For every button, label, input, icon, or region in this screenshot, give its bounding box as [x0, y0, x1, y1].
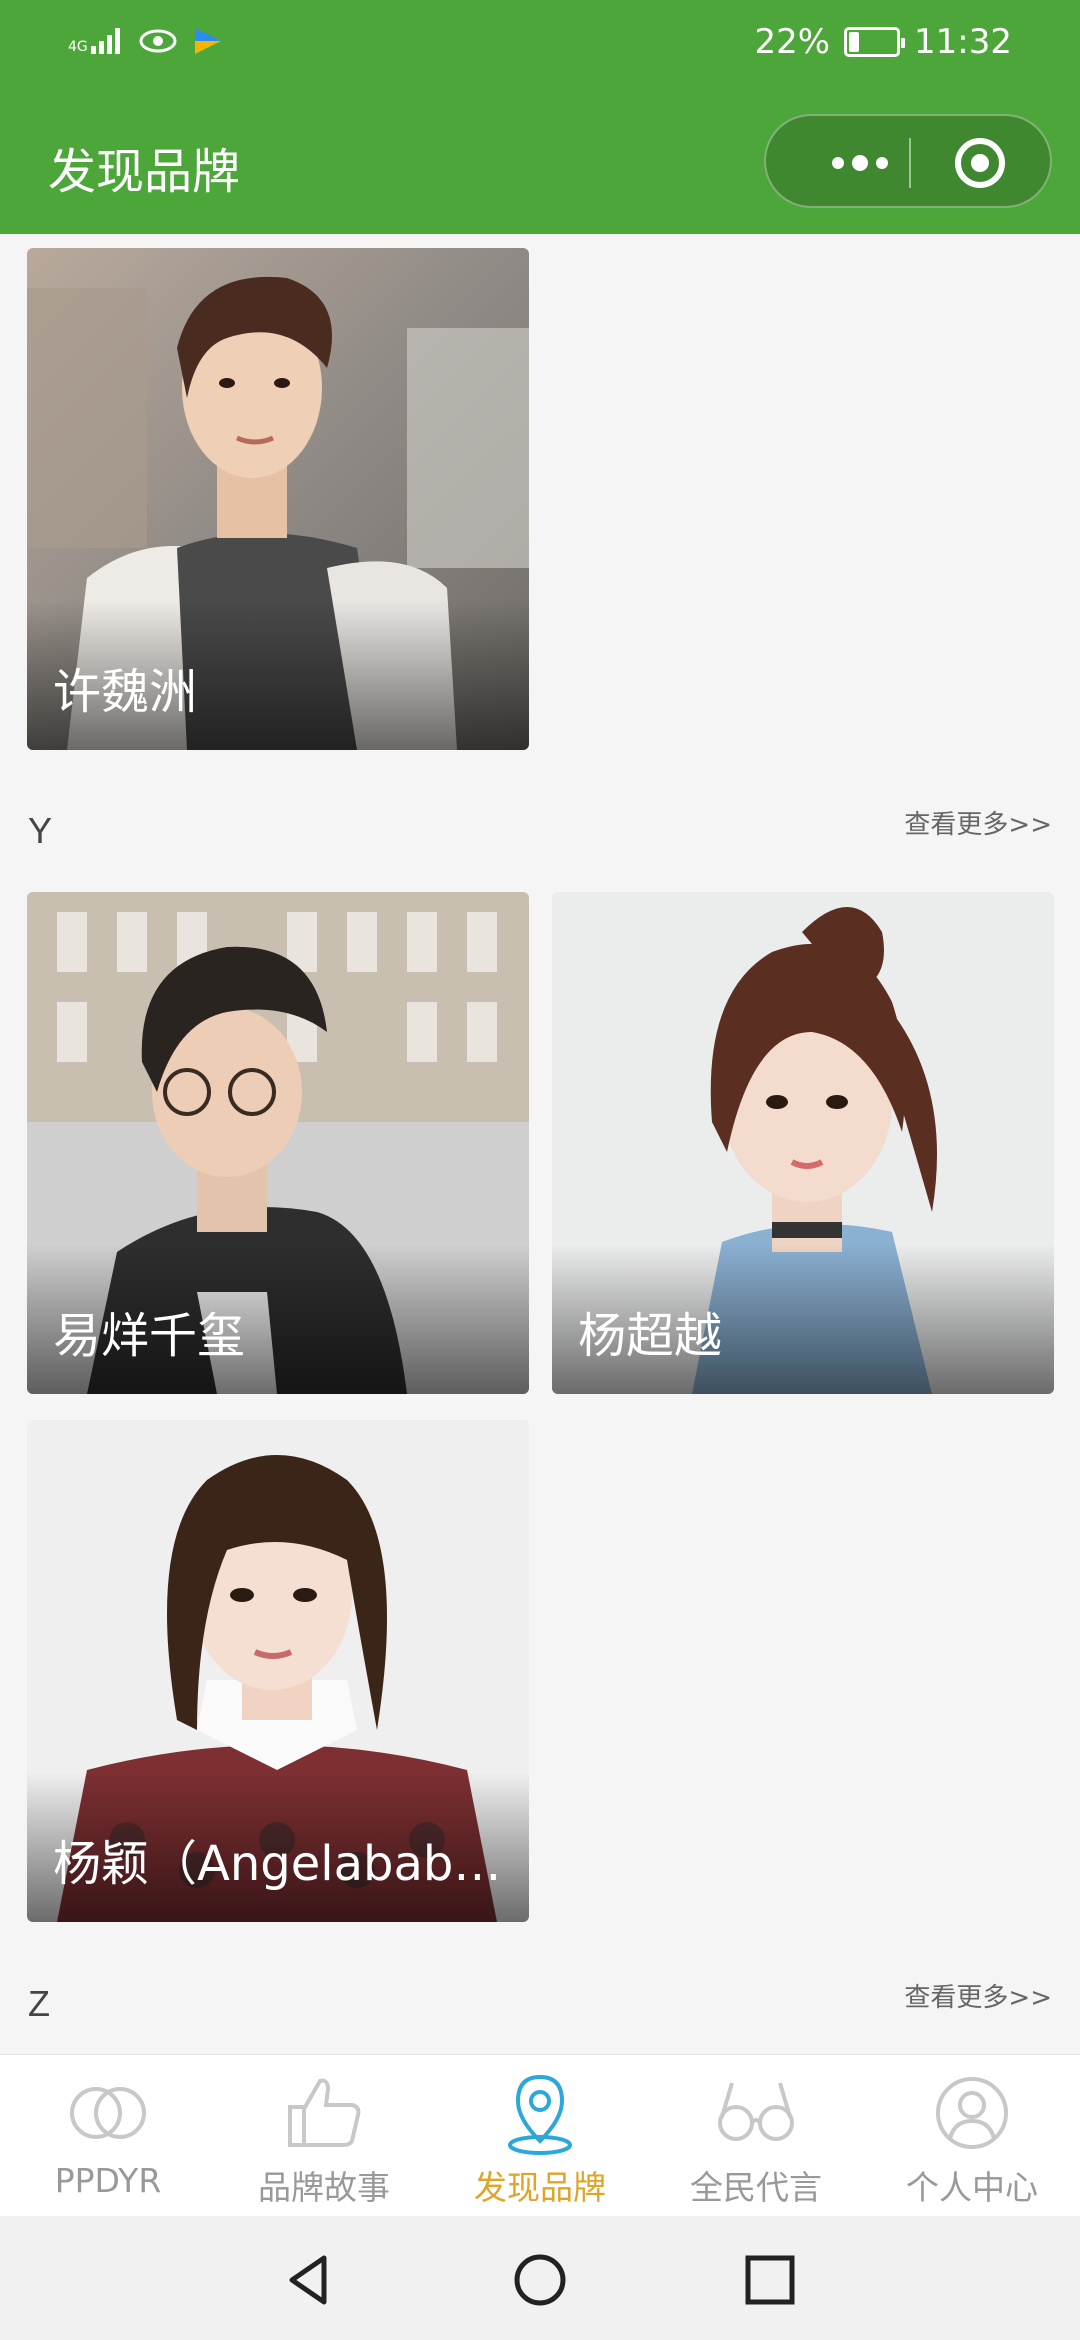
- signal-icon: 4G: [68, 28, 125, 54]
- user-circle-icon: [936, 2077, 1008, 2149]
- system-back-button[interactable]: [280, 2250, 340, 2310]
- status-bar: 4G 22% 11:32: [0, 0, 1080, 90]
- close-button[interactable]: [912, 116, 1052, 210]
- card-name: 杨颖（Angelababy…: [53, 1836, 515, 1892]
- brand-card[interactable]: 杨超越: [552, 892, 1054, 1394]
- tab-bar: PPDYR 品牌故事 发现品牌 全民代言 个人中心: [0, 2054, 1080, 2216]
- view-more-link[interactable]: 查看更多>>: [904, 804, 1052, 841]
- capsule-divider: [909, 138, 911, 188]
- tab-endorse[interactable]: 全民代言: [648, 2055, 864, 2216]
- card-name: 易烊千玺: [53, 1308, 246, 1364]
- more-button[interactable]: [808, 116, 908, 210]
- nav-bar: 发现品牌: [0, 90, 1080, 234]
- glasses-icon: [718, 2082, 794, 2141]
- tab-discover-brand[interactable]: 发现品牌: [432, 2055, 648, 2216]
- recents-icon: [745, 2255, 795, 2305]
- app-notification-icon: [194, 28, 221, 54]
- view-more-link[interactable]: 查看更多>>: [904, 1977, 1052, 2014]
- card-name: 许魏洲: [53, 664, 198, 720]
- brand-card[interactable]: 杨颖（Angelababy…: [27, 1420, 529, 1922]
- location-pin-icon: [508, 2074, 572, 2155]
- card-name: 杨超越: [578, 1308, 723, 1364]
- tab-ppdyr[interactable]: PPDYR: [0, 2055, 216, 2216]
- double-circle-icon: [70, 2087, 146, 2139]
- tab-profile[interactable]: 个人中心: [864, 2055, 1080, 2216]
- clock: 11:32: [914, 22, 1012, 62]
- section-letter: Z: [28, 1983, 50, 2024]
- system-nav-bar: [0, 2216, 1080, 2340]
- target-close-icon: [955, 138, 1005, 188]
- header: 4G 22% 11:32 发现品牌: [0, 0, 1080, 234]
- mini-program-capsule: [764, 114, 1052, 208]
- tab-brand-story[interactable]: 品牌故事: [216, 2055, 432, 2216]
- battery-percent: 22%: [754, 22, 831, 62]
- tab-label: PPDYR: [54, 2161, 162, 2200]
- more-dots-icon: [832, 155, 888, 171]
- tab-label: 发现品牌: [474, 2168, 606, 2207]
- tab-label: 全民代言: [690, 2168, 822, 2207]
- system-recents-button[interactable]: [740, 2250, 800, 2310]
- eye-icon: [139, 29, 177, 53]
- section-letter: Y: [28, 810, 53, 851]
- brand-list[interactable]: 许魏洲 Y 查看更多>> 易烊千玺 杨超越 杨颖（Angelababy… Z 查…: [0, 234, 1080, 2054]
- back-icon: [289, 2255, 327, 2305]
- home-icon: [514, 2254, 566, 2306]
- brand-card[interactable]: 易烊千玺: [27, 892, 529, 1394]
- brand-card[interactable]: 许魏洲: [27, 248, 529, 750]
- network-label: 4G: [68, 39, 88, 55]
- tab-label: 个人中心: [906, 2168, 1038, 2207]
- system-home-button[interactable]: [510, 2250, 570, 2310]
- page-title: 发现品牌: [48, 144, 241, 200]
- thumbs-up-icon: [288, 2078, 361, 2147]
- battery-icon: [844, 27, 906, 57]
- tab-label: 品牌故事: [258, 2168, 390, 2207]
